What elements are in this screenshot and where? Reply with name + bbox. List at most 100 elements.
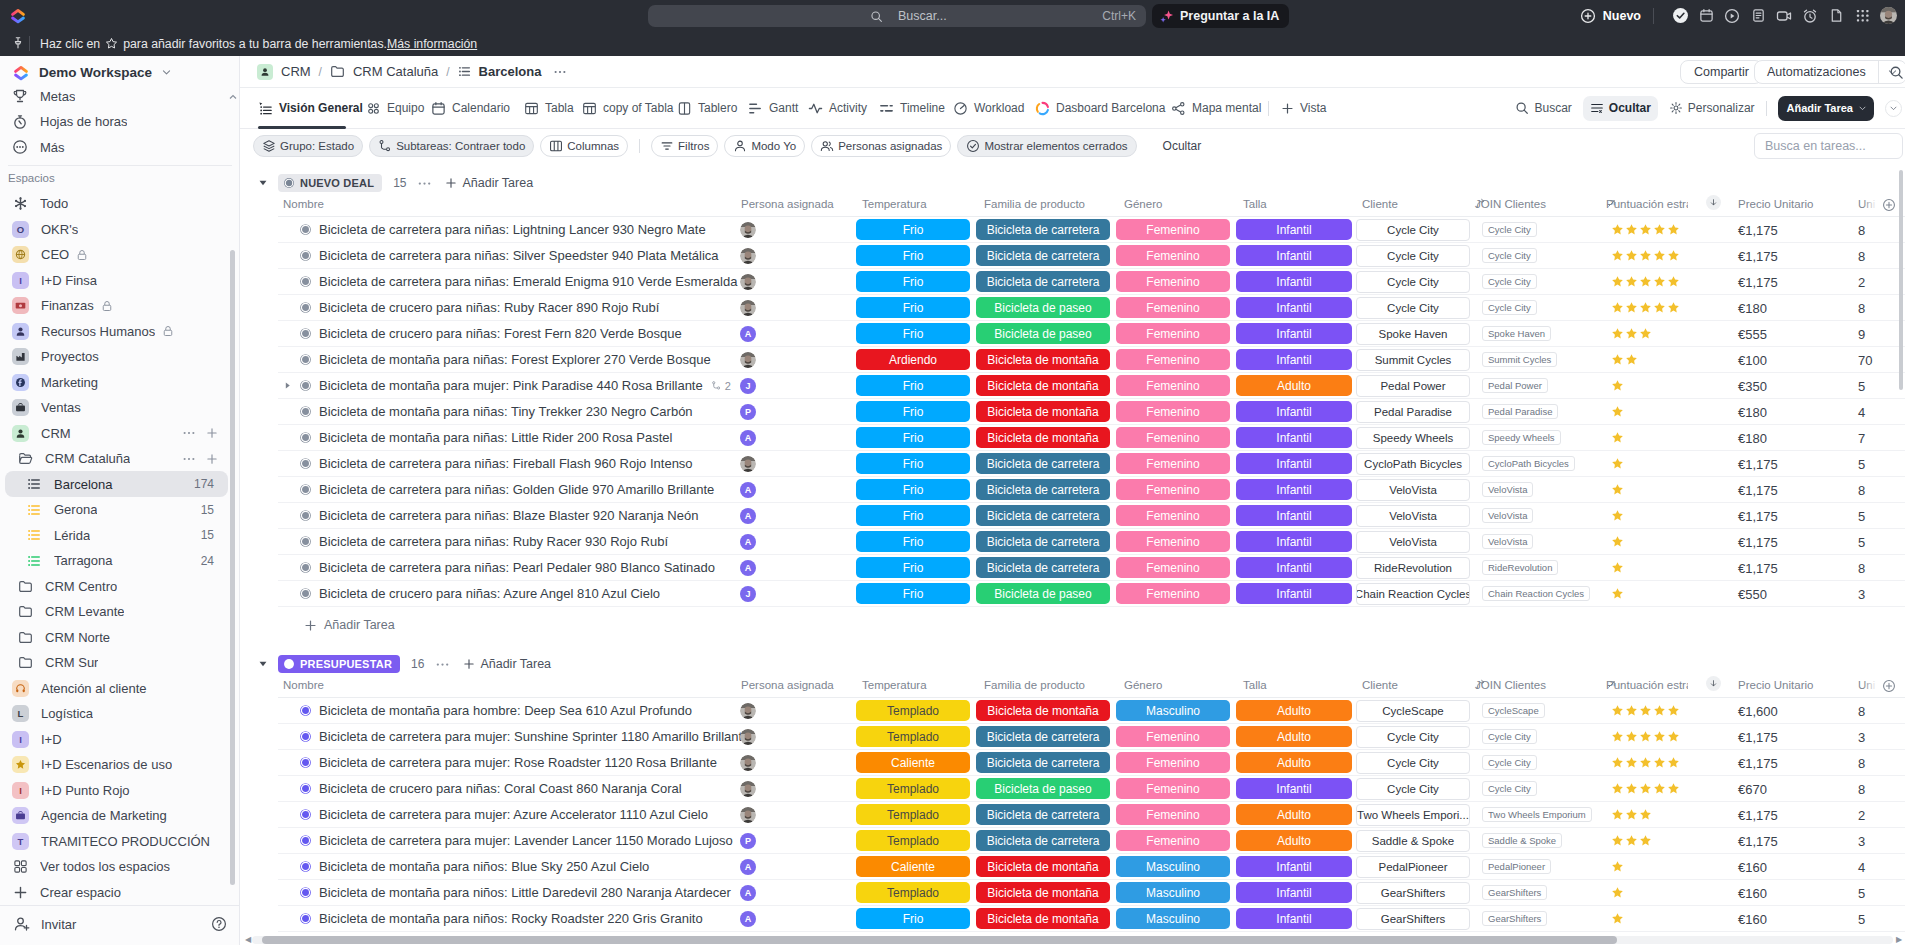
col-familia[interactable]: Familia de producto <box>984 679 1085 691</box>
col-persona-asignada[interactable]: Persona asignada <box>741 198 834 210</box>
sidebar-item-recursos-humanos[interactable]: Recursos Humanos <box>0 318 240 344</box>
temperatura-pill[interactable]: Templado <box>856 830 970 851</box>
talla-pill[interactable]: Infantil <box>1236 323 1352 344</box>
unidades-cell[interactable]: 8 <box>1858 483 1865 498</box>
cliente-cell[interactable]: Summit Cycles <box>1356 349 1470 371</box>
join-clientes-cell[interactable]: VeloVista <box>1482 534 1533 549</box>
precio-cell[interactable]: €160 <box>1738 886 1767 901</box>
sidebar-item-l-rida[interactable]: Lérida15 <box>0 522 240 548</box>
assignee-avatar[interactable] <box>740 456 756 472</box>
task-name[interactable]: Bicicleta de carretera para mujer: Azure… <box>319 807 708 822</box>
tab-gantt[interactable]: Gantt <box>748 88 798 128</box>
cliente-cell[interactable]: PedalPioneer <box>1356 856 1470 878</box>
sort-indicator[interactable] <box>1706 195 1721 210</box>
ellipsis-icon[interactable] <box>182 452 196 466</box>
familia-pill[interactable]: Bicicleta de carretera <box>976 271 1110 292</box>
subtask-count[interactable]: 2 <box>711 380 731 392</box>
automations-button[interactable]: Automatizaciones <box>1754 60 1905 84</box>
cliente-cell[interactable]: Cycle City <box>1356 752 1470 774</box>
unidades-cell[interactable]: 7 <box>1858 431 1865 446</box>
temperatura-pill[interactable]: Templado <box>856 882 970 903</box>
task-row[interactable]: Bicicleta de carretera para niñas: Light… <box>240 217 1905 243</box>
precio-cell[interactable]: €1,175 <box>1738 223 1778 238</box>
puntuacion-stars[interactable] <box>1611 782 1680 795</box>
cliente-cell[interactable]: CycloPath Bicycles <box>1356 453 1470 475</box>
filter-modo-yo[interactable]: Modo Yo <box>724 135 805 157</box>
talla-pill[interactable]: Adulto <box>1236 375 1352 396</box>
genero-pill[interactable]: Masculino <box>1116 856 1230 877</box>
talla-pill[interactable]: Infantil <box>1236 297 1352 318</box>
temperatura-pill[interactable]: Frio <box>856 583 970 604</box>
talla-pill[interactable]: Infantil <box>1236 245 1352 266</box>
sidebar-item-atenci-n-al-cliente[interactable]: Atención al cliente <box>0 675 240 701</box>
talla-pill[interactable]: Infantil <box>1236 531 1352 552</box>
precio-cell[interactable]: €1,175 <box>1738 457 1778 472</box>
col-unidades[interactable]: Uni <box>1858 198 1875 210</box>
task-status-icon[interactable] <box>299 704 312 717</box>
puntuacion-stars[interactable] <box>1611 379 1624 392</box>
familia-pill[interactable]: Bicicleta de montaña <box>976 349 1110 370</box>
puntuacion-stars[interactable] <box>1611 483 1624 496</box>
talla-pill[interactable]: Infantil <box>1236 583 1352 604</box>
col-persona-asignada[interactable]: Persona asignada <box>741 679 834 691</box>
temperatura-pill[interactable]: Frio <box>856 219 970 240</box>
task-row[interactable]: Bicicleta de crucero para niñas: Azure A… <box>240 581 1905 607</box>
genero-pill[interactable]: Femenino <box>1116 427 1230 448</box>
join-clientes-cell[interactable]: VeloVista <box>1482 482 1533 497</box>
temperatura-pill[interactable]: Templado <box>856 804 970 825</box>
temperatura-pill[interactable]: Frio <box>856 427 970 448</box>
task-name[interactable]: Bicicleta de crucero para niñas: Coral C… <box>319 781 682 796</box>
task-status-icon[interactable] <box>299 756 312 769</box>
cliente-cell[interactable]: Cycle City <box>1356 271 1470 293</box>
precio-cell[interactable]: €670 <box>1738 782 1767 797</box>
expand-row-icon[interactable] <box>283 381 292 390</box>
tab-copy-of-tabla[interactable]: copy of Tabla <box>582 88 674 128</box>
puntuacion-stars[interactable] <box>1611 535 1624 548</box>
puntuacion-stars[interactable] <box>1611 275 1680 288</box>
talla-pill[interactable]: Infantil <box>1236 557 1352 578</box>
col-familia[interactable]: Familia de producto <box>984 198 1085 210</box>
precio-cell[interactable]: €1,175 <box>1738 249 1778 264</box>
task-search-input[interactable]: Busca en tareas... <box>1754 133 1903 159</box>
temperatura-pill[interactable]: Templado <box>856 726 970 747</box>
task-name[interactable]: Bicicleta de carretera para niñas: Pearl… <box>319 560 715 575</box>
puntuacion-stars[interactable] <box>1611 886 1624 899</box>
genero-pill[interactable]: Femenino <box>1116 401 1230 422</box>
join-clientes-cell[interactable]: Cycle City <box>1482 222 1537 237</box>
task-name[interactable]: Bicicleta de montaña para niños: Blue Sk… <box>319 859 649 874</box>
puntuacion-stars[interactable] <box>1611 327 1652 340</box>
col-nombre[interactable]: Nombre <box>283 679 324 691</box>
temperatura-pill[interactable]: Ardiendo <box>856 349 970 370</box>
tab-tablero[interactable]: Tablero <box>677 88 737 128</box>
breadcrumb-item-current[interactable]: Barcelona <box>479 64 542 79</box>
cliente-cell[interactable]: VeloVista <box>1356 505 1470 527</box>
hscroll-right-arrow[interactable]: ▶ <box>1896 936 1902 944</box>
filter-grupo-estado[interactable]: Grupo: Estado <box>253 135 363 157</box>
task-name[interactable]: Bicicleta de montaña para hombre: Deep S… <box>319 703 692 718</box>
sidebar-item-metas[interactable]: Metas <box>0 83 240 109</box>
precio-cell[interactable]: €550 <box>1738 587 1767 602</box>
assignee-avatar[interactable]: A <box>740 508 756 524</box>
cliente-cell[interactable]: RideRevolution <box>1356 557 1470 579</box>
temperatura-pill[interactable]: Templado <box>856 778 970 799</box>
join-clientes-cell[interactable]: Cycle City <box>1482 729 1537 744</box>
task-row[interactable]: Bicicleta de carretera para mujer: Laven… <box>240 828 1905 854</box>
join-clientes-cell[interactable]: VeloVista <box>1482 508 1533 523</box>
unidades-cell[interactable]: 8 <box>1858 704 1865 719</box>
join-clientes-cell[interactable]: Cycle City <box>1482 274 1537 289</box>
task-row[interactable]: Bicicleta de montaña para niños: Rocky R… <box>240 906 1905 932</box>
col-cliente[interactable]: Cliente <box>1362 198 1398 210</box>
puntuacion-stars[interactable] <box>1611 223 1680 236</box>
task-row[interactable]: Bicicleta de montaña para niñas: Tiny Tr… <box>240 399 1905 425</box>
task-status-icon[interactable] <box>299 353 312 366</box>
task-status-icon[interactable] <box>299 275 312 288</box>
task-row[interactable]: Bicicleta de carretera para mujer: Rose … <box>240 750 1905 776</box>
assignee-avatar[interactable]: A <box>740 859 756 875</box>
genero-pill[interactable]: Femenino <box>1116 271 1230 292</box>
sidebar-item-crm-catalu-a[interactable]: CRM Cataluña <box>0 446 240 472</box>
assignee-avatar[interactable]: A <box>740 430 756 446</box>
task-row[interactable]: Bicicleta de montaña para hombre: Deep S… <box>240 698 1905 724</box>
genero-pill[interactable]: Masculino <box>1116 700 1230 721</box>
add-view-button[interactable]: Vista <box>1281 88 1326 128</box>
add-icon[interactable] <box>206 427 218 439</box>
